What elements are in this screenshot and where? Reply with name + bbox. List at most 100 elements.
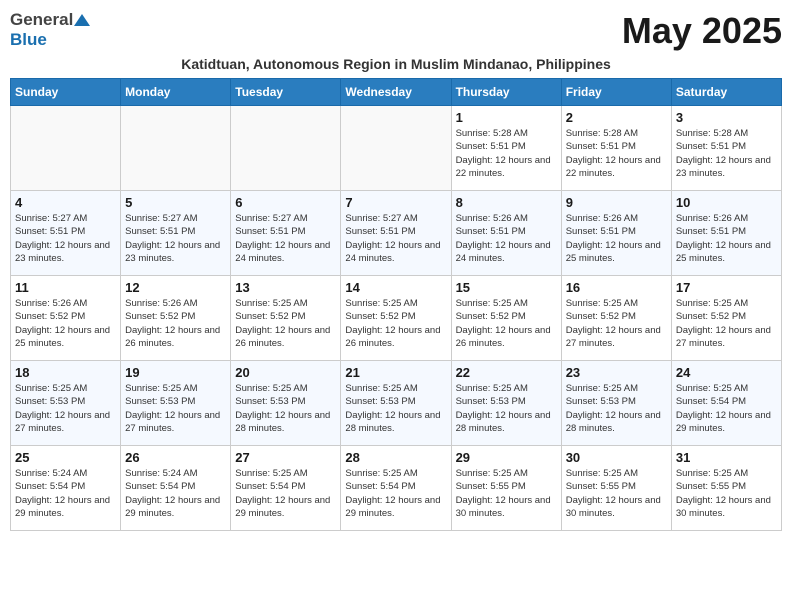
calendar-cell: 3 Sunrise: 5:28 AM Sunset: 5:51 PM Daylig… [671,106,781,191]
logo-icon [74,12,90,28]
calendar-cell [11,106,121,191]
calendar-cell: 26 Sunrise: 5:24 AM Sunset: 5:54 PM Dayli… [121,446,231,531]
calendar-cell: 15 Sunrise: 5:25 AM Sunset: 5:52 PM Dayli… [451,276,561,361]
calendar-cell: 16 Sunrise: 5:25 AM Sunset: 5:52 PM Dayli… [561,276,671,361]
day-info: Sunrise: 5:26 AM Sunset: 5:52 PM Dayligh… [125,297,226,350]
day-number: 18 [15,365,116,380]
day-info: Sunrise: 5:28 AM Sunset: 5:51 PM Dayligh… [676,127,777,180]
day-number: 16 [566,280,667,295]
logo: General Blue [10,10,91,50]
calendar-cell: 25Sunrise: 5:24 AM Sunset: 5:54 PM Dayli… [11,446,121,531]
calendar-cell: 18 Sunrise: 5:25 AM Sunset: 5:53 PM Dayli… [11,361,121,446]
calendar-week-row: 1Sunrise: 5:28 AM Sunset: 5:51 PM Daylig… [11,106,782,191]
calendar-cell [341,106,451,191]
day-info: Sunrise: 5:24 AM Sunset: 5:54 PM Dayligh… [15,467,116,520]
day-number: 4 [15,195,116,210]
day-number: 19 [125,365,226,380]
day-number: 9 [566,195,667,210]
calendar-week-row: 18 Sunrise: 5:25 AM Sunset: 5:53 PM Dayli… [11,361,782,446]
day-info: Sunrise: 5:25 AM Sunset: 5:53 PM Dayligh… [15,382,116,435]
calendar-cell: 13Sunrise: 5:25 AM Sunset: 5:52 PM Dayli… [231,276,341,361]
calendar-cell: 28 Sunrise: 5:25 AM Sunset: 5:54 PM Dayli… [341,446,451,531]
calendar-subtitle: Katidtuan, Autonomous Region in Muslim M… [10,56,782,72]
day-number: 22 [456,365,557,380]
calendar-cell [121,106,231,191]
day-number: 26 [125,450,226,465]
calendar-cell: 31Sunrise: 5:25 AM Sunset: 5:55 PM Dayli… [671,446,781,531]
calendar-cell: 22 Sunrise: 5:25 AM Sunset: 5:53 PM Dayli… [451,361,561,446]
day-number: 24 [676,365,777,380]
day-number: 28 [345,450,446,465]
calendar-cell: 11 Sunrise: 5:26 AM Sunset: 5:52 PM Dayli… [11,276,121,361]
calendar-cell: 8Sunrise: 5:26 AM Sunset: 5:51 PM Daylig… [451,191,561,276]
calendar-week-row: 4 Sunrise: 5:27 AM Sunset: 5:51 PM Daylig… [11,191,782,276]
day-number: 27 [235,450,336,465]
day-info: Sunrise: 5:27 AM Sunset: 5:51 PM Dayligh… [15,212,116,265]
day-number: 11 [15,280,116,295]
day-number: 10 [676,195,777,210]
calendar-cell: 14 Sunrise: 5:25 AM Sunset: 5:52 PM Dayli… [341,276,451,361]
logo-general-text: General [10,10,73,30]
calendar-cell: 5 Sunrise: 5:27 AM Sunset: 5:51 PM Daylig… [121,191,231,276]
day-number: 29 [456,450,557,465]
calendar-cell: 24 Sunrise: 5:25 AM Sunset: 5:54 PM Dayli… [671,361,781,446]
day-info: Sunrise: 5:25 AM Sunset: 5:55 PM Dayligh… [676,467,777,520]
day-number: 15 [456,280,557,295]
weekday-header: Sunday [11,79,121,106]
day-info: Sunrise: 5:25 AM Sunset: 5:54 PM Dayligh… [345,467,446,520]
day-info: Sunrise: 5:25 AM Sunset: 5:52 PM Dayligh… [235,297,336,350]
day-info: Sunrise: 5:28 AM Sunset: 5:51 PM Dayligh… [456,127,557,180]
day-info: Sunrise: 5:25 AM Sunset: 5:52 PM Dayligh… [345,297,446,350]
day-number: 17 [676,280,777,295]
weekday-header: Thursday [451,79,561,106]
calendar-cell [231,106,341,191]
calendar-cell: 2 Sunrise: 5:28 AM Sunset: 5:51 PM Daylig… [561,106,671,191]
day-info: Sunrise: 5:25 AM Sunset: 5:55 PM Dayligh… [456,467,557,520]
calendar-cell: 30Sunrise: 5:25 AM Sunset: 5:55 PM Dayli… [561,446,671,531]
day-number: 6 [235,195,336,210]
day-info: Sunrise: 5:25 AM Sunset: 5:53 PM Dayligh… [345,382,446,435]
day-number: 20 [235,365,336,380]
calendar-cell: 29 Sunrise: 5:25 AM Sunset: 5:55 PM Dayli… [451,446,561,531]
calendar-cell: 9Sunrise: 5:26 AM Sunset: 5:51 PM Daylig… [561,191,671,276]
month-title: May 2025 [622,10,782,52]
calendar-cell: 20 Sunrise: 5:25 AM Sunset: 5:53 PM Dayli… [231,361,341,446]
calendar-header-row: SundayMondayTuesdayWednesdayThursdayFrid… [11,79,782,106]
day-info: Sunrise: 5:27 AM Sunset: 5:51 PM Dayligh… [345,212,446,265]
day-number: 21 [345,365,446,380]
calendar-body: 1Sunrise: 5:28 AM Sunset: 5:51 PM Daylig… [11,106,782,531]
weekday-header: Saturday [671,79,781,106]
calendar-cell: 10Sunrise: 5:26 AM Sunset: 5:51 PM Dayli… [671,191,781,276]
day-number: 3 [676,110,777,125]
day-info: Sunrise: 5:25 AM Sunset: 5:53 PM Dayligh… [456,382,557,435]
day-number: 5 [125,195,226,210]
day-info: Sunrise: 5:25 AM Sunset: 5:52 PM Dayligh… [456,297,557,350]
calendar-cell: 7 Sunrise: 5:27 AM Sunset: 5:51 PM Daylig… [341,191,451,276]
weekday-header: Friday [561,79,671,106]
page-header: General Blue May 2025 [10,10,782,52]
day-info: Sunrise: 5:26 AM Sunset: 5:51 PM Dayligh… [456,212,557,265]
weekday-header: Wednesday [341,79,451,106]
calendar-cell: 23Sunrise: 5:25 AM Sunset: 5:53 PM Dayli… [561,361,671,446]
day-info: Sunrise: 5:25 AM Sunset: 5:52 PM Dayligh… [566,297,667,350]
day-number: 14 [345,280,446,295]
day-info: Sunrise: 5:25 AM Sunset: 5:54 PM Dayligh… [676,382,777,435]
weekday-header: Monday [121,79,231,106]
day-info: Sunrise: 5:25 AM Sunset: 5:55 PM Dayligh… [566,467,667,520]
calendar-cell: 17 Sunrise: 5:25 AM Sunset: 5:52 PM Dayli… [671,276,781,361]
day-info: Sunrise: 5:27 AM Sunset: 5:51 PM Dayligh… [125,212,226,265]
calendar-cell: 27Sunrise: 5:25 AM Sunset: 5:54 PM Dayli… [231,446,341,531]
calendar-cell: 1Sunrise: 5:28 AM Sunset: 5:51 PM Daylig… [451,106,561,191]
day-info: Sunrise: 5:25 AM Sunset: 5:52 PM Dayligh… [676,297,777,350]
weekday-header: Tuesday [231,79,341,106]
day-info: Sunrise: 5:25 AM Sunset: 5:53 PM Dayligh… [125,382,226,435]
day-number: 7 [345,195,446,210]
day-info: Sunrise: 5:28 AM Sunset: 5:51 PM Dayligh… [566,127,667,180]
day-info: Sunrise: 5:25 AM Sunset: 5:53 PM Dayligh… [235,382,336,435]
calendar-week-row: 11 Sunrise: 5:26 AM Sunset: 5:52 PM Dayli… [11,276,782,361]
logo-blue-text: Blue [10,30,47,50]
day-info: Sunrise: 5:24 AM Sunset: 5:54 PM Dayligh… [125,467,226,520]
day-number: 2 [566,110,667,125]
day-info: Sunrise: 5:26 AM Sunset: 5:52 PM Dayligh… [15,297,116,350]
day-number: 12 [125,280,226,295]
